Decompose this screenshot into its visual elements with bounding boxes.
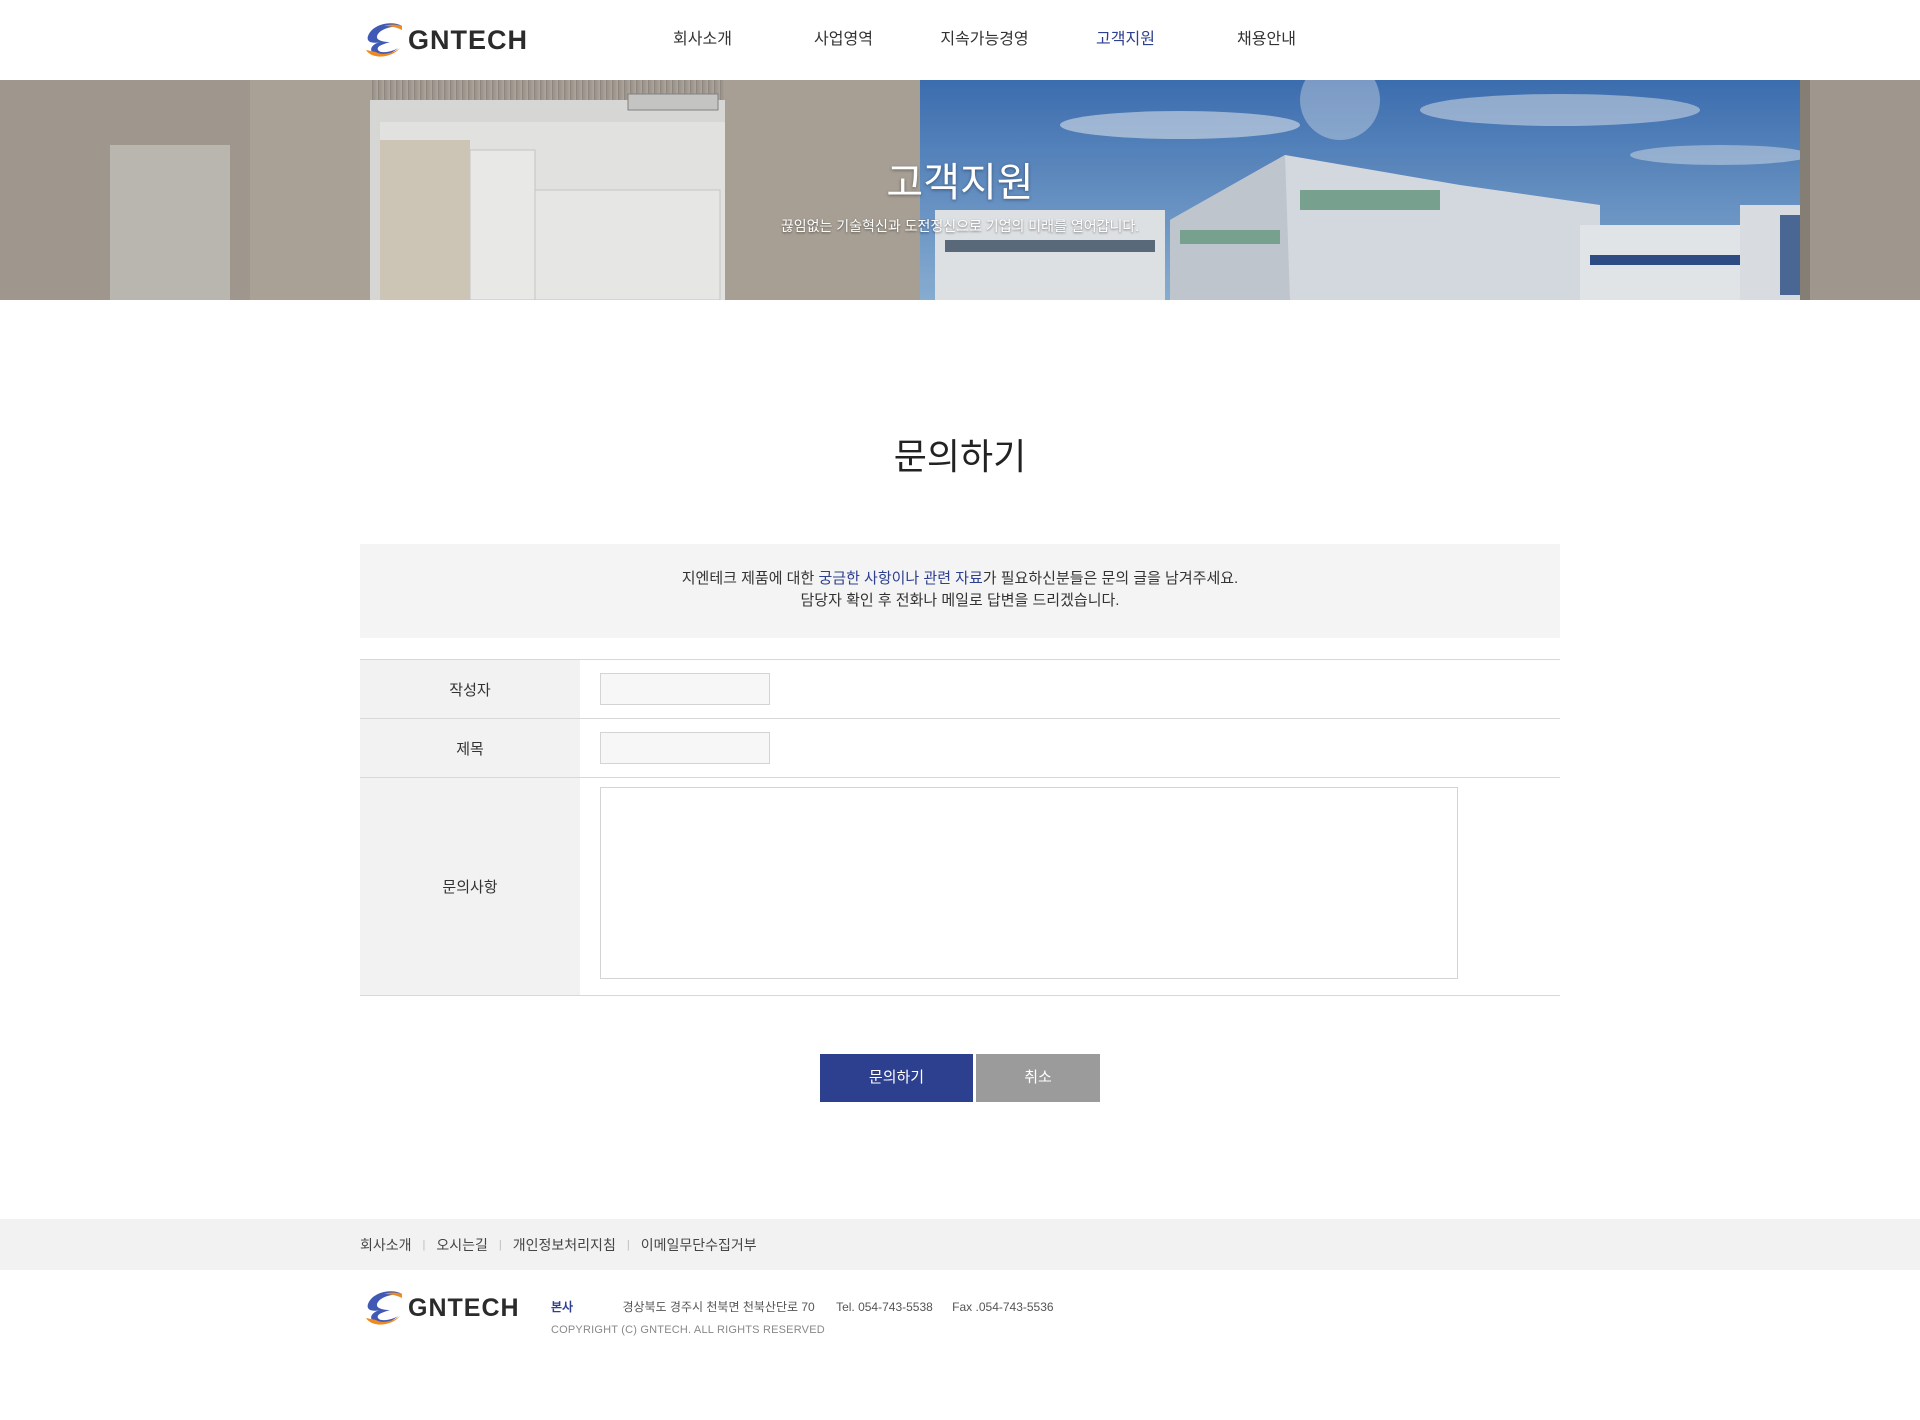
form-row-writer: 작성자	[360, 660, 1560, 719]
writer-label: 작성자	[360, 660, 580, 718]
hero-banner: 고객지원 끊임없는 기술혁신과 도전정신으로 기업의 미래를 열어갑니다.	[0, 80, 1920, 300]
writer-field-cell	[580, 660, 1560, 718]
content-label: 문의사항	[360, 778, 580, 995]
footer-links-list: 회사소개 | 오시는길 | 개인정보처리지침 | 이메일무단수집거부	[360, 1219, 757, 1270]
inquiry-form: 작성자 제목 문의사항	[360, 659, 1560, 996]
notice-text: 가 필요하신분들은 문의 글을 남겨주세요.	[982, 570, 1239, 587]
banner-title: 고객지원	[886, 161, 1034, 205]
banner-subtitle: 끊임없는 기술혁신과 도전정신으로 기업의 미래를 열어갑니다.	[780, 218, 1140, 234]
gntech-logo-icon	[366, 23, 402, 57]
page-title: 문의하기	[893, 436, 1027, 477]
footer-logo: GNTECH	[362, 1288, 520, 1328]
writer-input[interactable]	[600, 673, 770, 705]
nav-item-business[interactable]: 사업영역	[773, 0, 914, 80]
footer-copyright: COPYRIGHT (C) GNTECH. ALL RIGHTS RESERVE…	[551, 1324, 825, 1336]
nav-item-sustainability[interactable]: 지속가능경영	[914, 0, 1055, 80]
site-header: GNTECH 회사소개 사업영역 지속가능경영 고객지원 채용안내	[0, 0, 1920, 80]
submit-inquiry-button[interactable]: 문의하기	[820, 1054, 973, 1102]
main-nav: 회사소개 사업영역 지속가능경영 고객지원 채용안내	[632, 0, 1337, 80]
nav-item-support[interactable]: 고객지원	[1055, 0, 1196, 80]
subject-input[interactable]	[600, 732, 770, 764]
subject-label: 제목	[360, 719, 580, 777]
logo-text: GNTECH	[408, 24, 528, 55]
footer-link-directions[interactable]: 오시는길	[436, 1235, 488, 1255]
footer-address: 경상북도 경주시 천북면 천북산단로 70	[622, 1300, 815, 1314]
nav-item-company[interactable]: 회사소개	[632, 0, 773, 80]
content-textarea[interactable]	[600, 787, 1458, 979]
footer-company-info: 본사 경상북도 경주시 천북면 천북산단로 70 Tel. 054-743-55…	[551, 1298, 1054, 1315]
footer-link-company[interactable]: 회사소개	[360, 1235, 412, 1255]
footer-tel: Tel. 054-743-5538	[836, 1300, 933, 1314]
footer-hq-label: 본사	[551, 1300, 574, 1314]
inquiry-notice: 지엔테크 제품에 대한 궁금한 사항이나 관련 자료가 필요하신분들은 문의 글…	[360, 544, 1560, 638]
footer-links-bar: 회사소개 | 오시는길 | 개인정보처리지침 | 이메일무단수집거부	[0, 1219, 1920, 1270]
footer-logo-text: GNTECH	[408, 1293, 520, 1322]
notice-line-2: 담당자 확인 후 전화나 메일로 답변을 드리겠습니다.	[800, 592, 1120, 609]
form-row-subject: 제목	[360, 719, 1560, 778]
header-logo[interactable]: GNTECH	[362, 20, 528, 60]
footer-link-privacy[interactable]: 개인정보처리지침	[513, 1235, 616, 1255]
footer-link-email-refusal[interactable]: 이메일무단수집거부	[641, 1235, 757, 1255]
nav-item-careers[interactable]: 채용안내	[1196, 0, 1337, 80]
content-field-cell	[580, 778, 1560, 995]
notice-text: 지엔테크 제품에 대한	[681, 570, 819, 587]
footer-separator: |	[626, 1238, 630, 1251]
footer-separator: |	[422, 1238, 426, 1251]
gntech-logo-icon	[366, 1291, 402, 1325]
footer-fax: Fax .054-743-5536	[952, 1300, 1054, 1314]
notice-line-1: 지엔테크 제품에 대한 궁금한 사항이나 관련 자료가 필요하신분들은 문의 글…	[360, 568, 1560, 590]
subject-field-cell	[580, 719, 1560, 777]
footer-separator: |	[498, 1238, 502, 1251]
cancel-button[interactable]: 취소	[976, 1054, 1100, 1102]
notice-highlight: 궁금한 사항이나 관련 자료	[818, 570, 983, 587]
form-row-content: 문의사항	[360, 778, 1560, 996]
